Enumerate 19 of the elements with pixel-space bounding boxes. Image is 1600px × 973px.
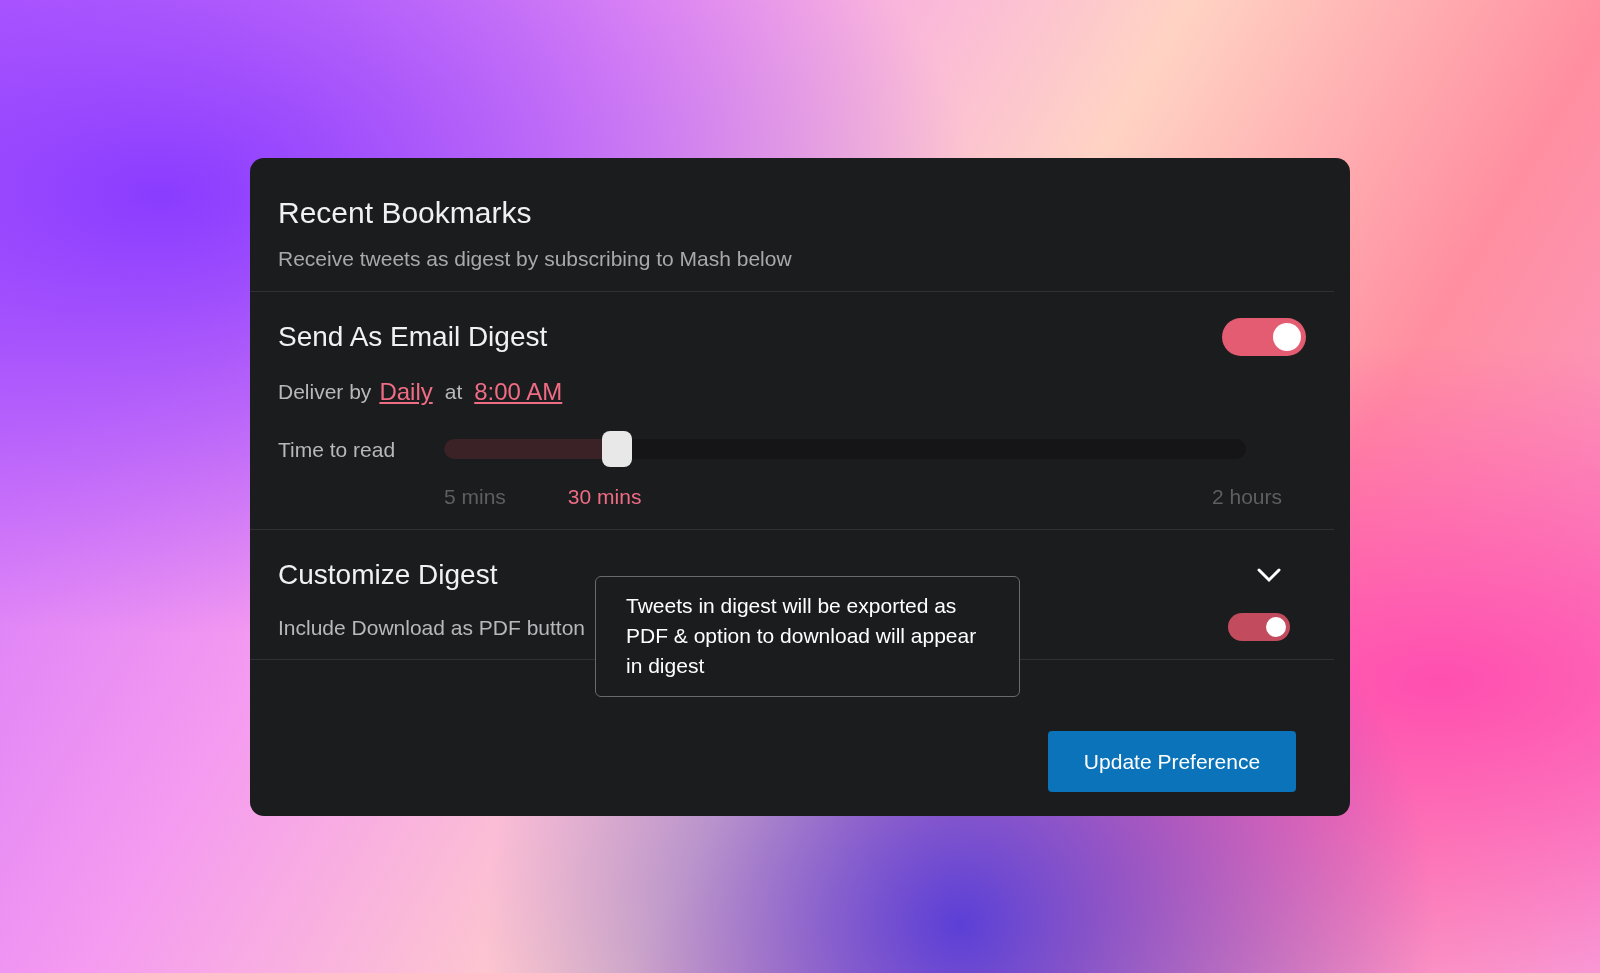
time-link[interactable]: 8:00 AM	[474, 373, 563, 410]
slider-tick-label: 30 mins	[567, 484, 642, 510]
option-label: Include Download as PDF button	[278, 615, 585, 639]
slider-tick-label: 5 mins	[444, 484, 506, 510]
deliver-label: Deliver by	[278, 378, 372, 405]
toggle-switch[interactable]	[1222, 317, 1306, 356]
tooltip: Tweets in digest will be exported as PDF & option to download will appear in digest	[595, 575, 1020, 697]
panel-subtitle: Receive tweets as digest by subscribing to Mash below	[278, 246, 793, 272]
section-title: Customize Digest	[278, 557, 498, 592]
panel-title: Recent Bookmarks	[278, 195, 533, 231]
chevron-down-icon[interactable]	[1256, 566, 1282, 583]
update-preference-button[interactable]: Update Preference	[1048, 731, 1296, 792]
slider-tick-label: 2 hours	[1211, 484, 1282, 510]
at-label: at	[444, 378, 463, 405]
toggle-switch[interactable]	[1228, 613, 1290, 642]
section-title: Send As Email Digest	[278, 319, 548, 354]
slider-label: Time to read	[278, 436, 397, 463]
slider-thumb[interactable]	[602, 431, 633, 468]
frequency-link[interactable]: Daily	[379, 373, 433, 410]
